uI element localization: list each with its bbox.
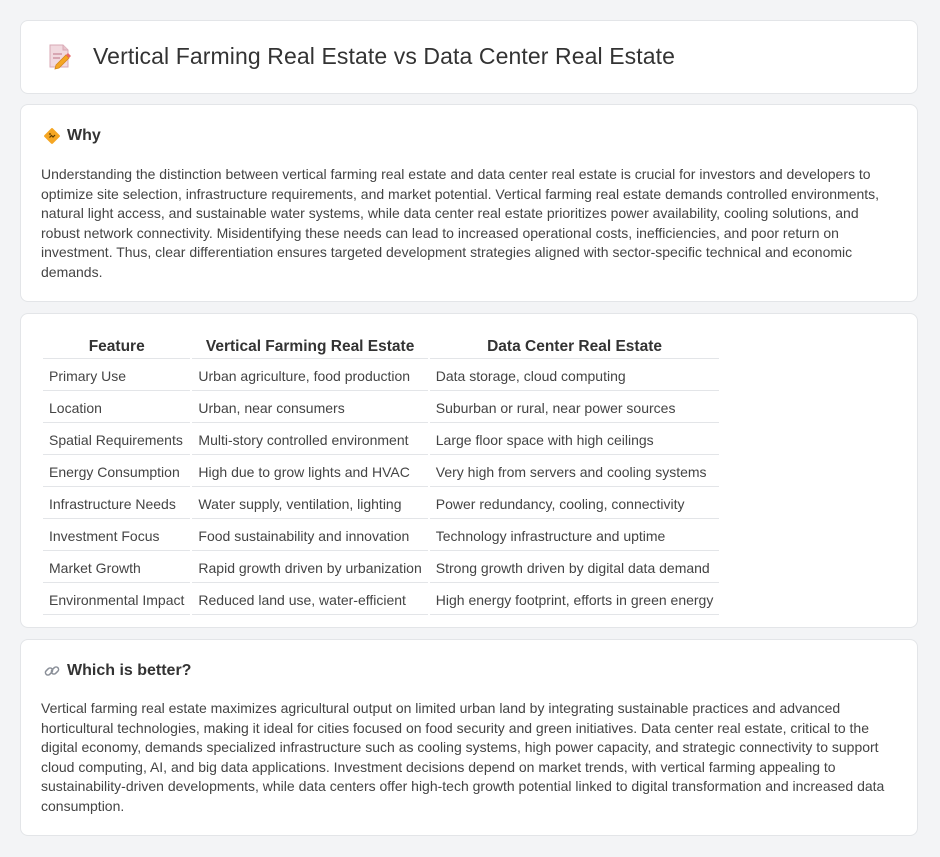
vertical-farming-cell: High due to grow lights and HVAC: [192, 457, 428, 487]
feature-cell: Location: [43, 393, 191, 423]
data-center-cell: Suburban or rural, near power sources: [429, 393, 720, 423]
data-center-cell: Technology infrastructure and uptime: [429, 521, 720, 551]
header-card: Vertical Farming Real Estate vs Data Cen…: [20, 20, 918, 94]
vertical-farming-cell: Urban, near consumers: [192, 393, 428, 423]
vertical-farming-cell: Reduced land use, water-efficient: [192, 585, 428, 615]
document-pencil-icon: [47, 42, 73, 70]
comparison-section: Feature Vertical Farming Real Estate Dat…: [20, 313, 918, 628]
data-center-cell: Strong growth driven by digital data dem…: [429, 553, 720, 583]
data-center-cell: Data storage, cloud computing: [429, 361, 720, 391]
vertical-farming-cell: Water supply, ventilation, lighting: [192, 489, 428, 519]
title-row: Vertical Farming Real Estate vs Data Cen…: [47, 42, 675, 70]
feature-cell: Spatial Requirements: [43, 425, 191, 455]
vertical-farming-cell: Multi-story controlled environment: [192, 425, 428, 455]
which-is-better-section: Which is better? Vertical farming real e…: [20, 639, 918, 836]
which-is-better-title: Which is better?: [67, 662, 192, 679]
table-row: Location Urban, near consumers Suburban …: [43, 393, 720, 423]
table-row: Infrastructure Needs Water supply, venti…: [43, 489, 720, 519]
which-is-better-heading: Which is better?: [43, 662, 191, 680]
table-header-row: Feature Vertical Farming Real Estate Dat…: [43, 335, 720, 359]
feature-cell: Investment Focus: [43, 521, 191, 551]
vertical-farming-cell: Rapid growth driven by urbanization: [192, 553, 428, 583]
data-center-cell: Large floor space with high ceilings: [429, 425, 720, 455]
which-is-better-body: Vertical farming real estate maximizes a…: [41, 700, 885, 814]
header-data-center: Data Center Real Estate: [429, 335, 720, 359]
data-center-cell: Power redundancy, cooling, connectivity: [429, 489, 720, 519]
comparison-table: Feature Vertical Farming Real Estate Dat…: [41, 333, 721, 617]
feature-cell: Primary Use: [43, 361, 191, 391]
feature-cell: Market Growth: [43, 553, 191, 583]
feature-cell: Energy Consumption: [43, 457, 191, 487]
why-title: Why: [67, 127, 101, 144]
why-section: Why Understanding the distinction betwee…: [20, 104, 918, 302]
warning-sign-icon: [43, 127, 61, 145]
vertical-farming-cell: Food sustainability and innovation: [192, 521, 428, 551]
table-row: Investment Focus Food sustainability and…: [43, 521, 720, 551]
header-feature: Feature: [43, 335, 191, 359]
header-vertical-farming: Vertical Farming Real Estate: [192, 335, 428, 359]
link-icon: [43, 662, 61, 680]
table-row: Market Growth Rapid growth driven by urb…: [43, 553, 720, 583]
why-heading: Why: [43, 127, 101, 145]
table-row: Primary Use Urban agriculture, food prod…: [43, 361, 720, 391]
table-row: Energy Consumption High due to grow ligh…: [43, 457, 720, 487]
page-title: Vertical Farming Real Estate vs Data Cen…: [93, 42, 676, 69]
feature-cell: Environmental Impact: [43, 585, 191, 615]
table-row: Spatial Requirements Multi-story control…: [43, 425, 720, 455]
data-center-cell: Very high from servers and cooling syste…: [429, 457, 720, 487]
feature-cell: Infrastructure Needs: [43, 489, 191, 519]
table-row: Environmental Impact Reduced land use, w…: [43, 585, 720, 615]
why-body: Understanding the distinction between ve…: [41, 166, 880, 280]
data-center-cell: High energy footprint, efforts in green …: [429, 585, 720, 615]
vertical-farming-cell: Urban agriculture, food production: [192, 361, 428, 391]
